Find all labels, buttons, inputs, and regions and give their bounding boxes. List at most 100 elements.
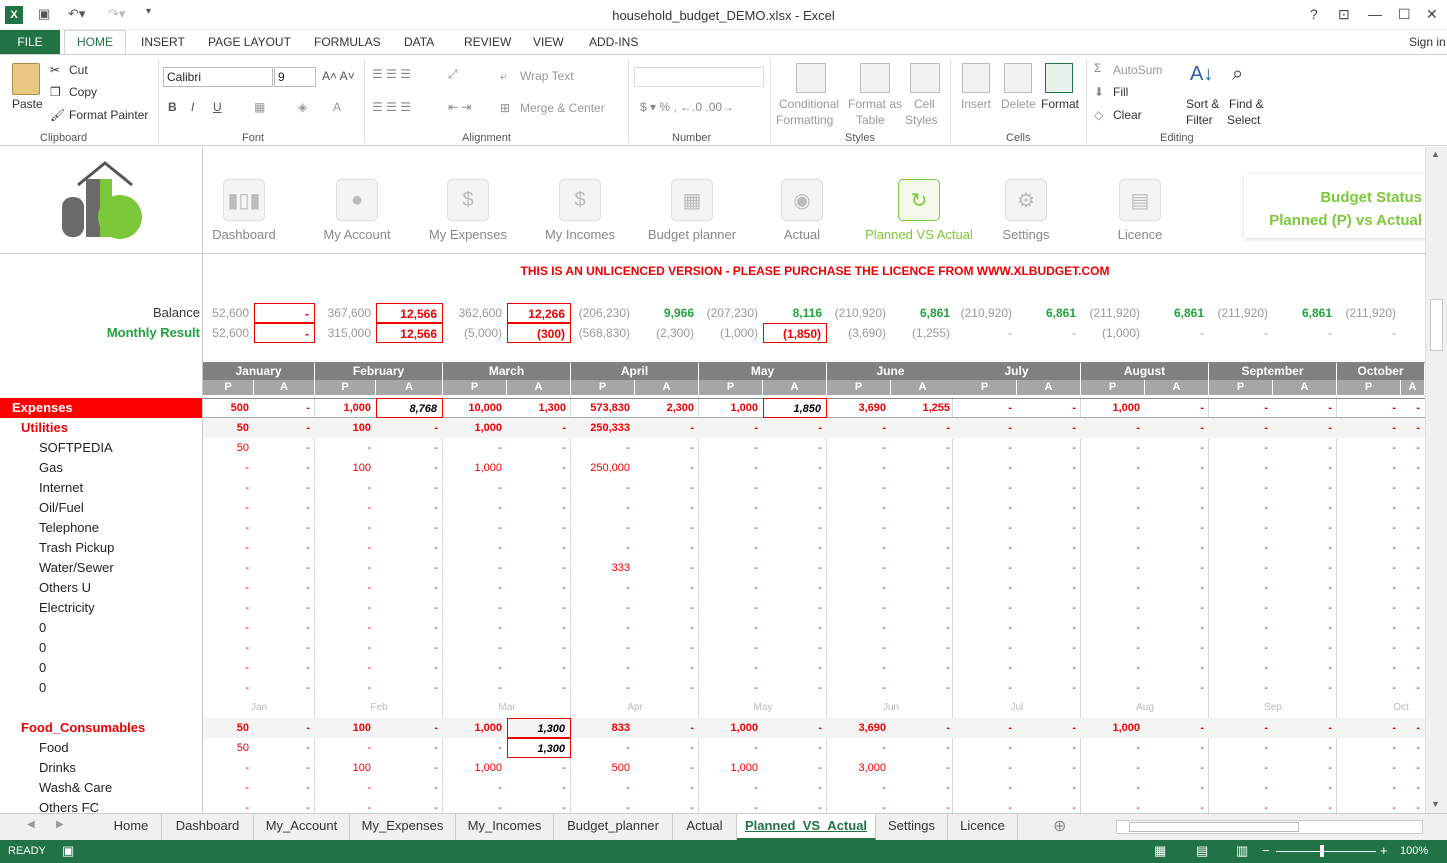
- value-cell[interactable]: -: [1209, 538, 1273, 558]
- value-cell[interactable]: -: [635, 738, 699, 758]
- value-cell[interactable]: -: [827, 798, 891, 813]
- value-cell[interactable]: -: [953, 678, 1017, 698]
- borders-icon[interactable]: ▦: [254, 100, 265, 114]
- format-as-table-line2[interactable]: Table: [856, 113, 885, 127]
- value-cell[interactable]: -: [1337, 398, 1401, 418]
- nav-settings[interactable]: ⚙ Settings: [971, 179, 1081, 242]
- merge-center-button[interactable]: Merge & Center: [520, 101, 605, 115]
- value-cell[interactable]: -: [443, 518, 507, 538]
- sheet-tab-my-incomes[interactable]: My_Incomes: [456, 814, 554, 840]
- value-cell[interactable]: -: [203, 498, 254, 518]
- tab-view[interactable]: VIEW: [533, 35, 564, 49]
- cell-styles-icon[interactable]: [910, 63, 940, 93]
- value-cell[interactable]: -: [1017, 518, 1081, 538]
- value-cell[interactable]: -: [953, 478, 1017, 498]
- value-cell[interactable]: -: [699, 518, 763, 538]
- value-cell[interactable]: -: [507, 658, 571, 678]
- value-cell[interactable]: -: [254, 738, 315, 758]
- monthly-result-cell[interactable]: -: [254, 323, 315, 343]
- normal-view-icon[interactable]: ▦: [1154, 843, 1166, 859]
- monthly-result-cell[interactable]: (1,850): [763, 323, 827, 343]
- monthly-result-cell[interactable]: -: [1209, 323, 1273, 343]
- value-cell[interactable]: -: [827, 578, 891, 598]
- value-cell[interactable]: -: [1145, 678, 1209, 698]
- value-cell[interactable]: 1,255: [891, 398, 955, 418]
- value-cell[interactable]: -: [315, 478, 376, 498]
- value-cell[interactable]: -: [1081, 418, 1145, 438]
- value-cell[interactable]: -: [1017, 418, 1081, 438]
- value-cell[interactable]: -: [953, 638, 1017, 658]
- balance-cell[interactable]: 367,600: [315, 303, 376, 323]
- value-cell[interactable]: -: [891, 778, 955, 798]
- monthly-result-cell[interactable]: (568,830): [571, 323, 635, 343]
- value-cell[interactable]: -: [376, 438, 443, 458]
- value-cell[interactable]: -: [203, 558, 254, 578]
- value-cell[interactable]: -: [1017, 458, 1081, 478]
- value-cell[interactable]: -: [507, 418, 571, 438]
- value-cell[interactable]: -: [203, 458, 254, 478]
- value-cell[interactable]: -: [1017, 718, 1081, 738]
- value-cell[interactable]: -: [254, 558, 315, 578]
- delete-cells-icon[interactable]: [1004, 63, 1032, 93]
- value-cell[interactable]: -: [953, 658, 1017, 678]
- value-cell[interactable]: -: [827, 418, 891, 438]
- value-cell[interactable]: -: [635, 638, 699, 658]
- value-cell[interactable]: -: [1401, 578, 1425, 598]
- value-cell[interactable]: -: [1401, 418, 1425, 438]
- value-cell[interactable]: -: [763, 518, 827, 538]
- nav-budget-planner[interactable]: ▦ Budget planner: [637, 179, 747, 242]
- value-cell[interactable]: -: [953, 458, 1017, 478]
- format-painter-icon[interactable]: 🖌: [50, 108, 65, 122]
- value-cell[interactable]: -: [315, 598, 376, 618]
- value-cell[interactable]: -: [1081, 778, 1145, 798]
- tab-file[interactable]: FILE: [0, 30, 60, 54]
- value-cell[interactable]: -: [443, 778, 507, 798]
- value-cell[interactable]: -: [1337, 778, 1401, 798]
- value-cell[interactable]: -: [763, 578, 827, 598]
- value-cell[interactable]: -: [1401, 498, 1425, 518]
- value-cell[interactable]: -: [315, 558, 376, 578]
- value-cell[interactable]: -: [1081, 738, 1145, 758]
- value-cell[interactable]: -: [1017, 438, 1081, 458]
- value-cell[interactable]: -: [699, 618, 763, 638]
- value-cell[interactable]: -: [763, 498, 827, 518]
- value-cell[interactable]: 250,333: [571, 418, 635, 438]
- find-select-icon[interactable]: ⌕: [1232, 63, 1243, 86]
- value-cell[interactable]: -: [1081, 658, 1145, 678]
- value-cell[interactable]: -: [1017, 498, 1081, 518]
- monthly-result-cell[interactable]: 52,600: [203, 323, 254, 343]
- value-cell[interactable]: -: [891, 438, 955, 458]
- horizontal-scroll-thumb[interactable]: [1129, 822, 1299, 832]
- value-cell[interactable]: -: [635, 658, 699, 678]
- value-cell[interactable]: -: [507, 638, 571, 658]
- value-cell[interactable]: 250,000: [571, 458, 635, 478]
- value-cell[interactable]: -: [1081, 578, 1145, 598]
- value-cell[interactable]: -: [891, 478, 955, 498]
- value-cell[interactable]: -: [1209, 658, 1273, 678]
- value-cell[interactable]: -: [571, 618, 635, 638]
- value-cell[interactable]: -: [1273, 738, 1337, 758]
- value-cell[interactable]: -: [1209, 498, 1273, 518]
- value-cell[interactable]: -: [891, 738, 955, 758]
- value-cell[interactable]: -: [376, 638, 443, 658]
- value-cell[interactable]: -: [443, 438, 507, 458]
- value-cell[interactable]: -: [1401, 738, 1425, 758]
- value-cell[interactable]: -: [376, 778, 443, 798]
- value-cell[interactable]: -: [1017, 618, 1081, 638]
- sort-filter-icon[interactable]: A↓: [1190, 63, 1213, 86]
- value-cell[interactable]: -: [1081, 558, 1145, 578]
- value-cell[interactable]: 500: [571, 758, 635, 778]
- value-cell[interactable]: 1,300: [507, 398, 571, 418]
- value-cell[interactable]: -: [1401, 398, 1425, 418]
- value-cell[interactable]: -: [254, 458, 315, 478]
- value-cell[interactable]: -: [507, 778, 571, 798]
- value-cell[interactable]: -: [699, 778, 763, 798]
- nav-my-incomes[interactable]: $ My Incomes: [525, 179, 635, 242]
- monthly-result-cell[interactable]: -: [1017, 323, 1081, 343]
- balance-cell[interactable]: (207,230): [699, 303, 763, 323]
- value-cell[interactable]: -: [827, 658, 891, 678]
- value-cell[interactable]: -: [1273, 518, 1337, 538]
- value-cell[interactable]: -: [953, 398, 1017, 418]
- ribbon-display-icon[interactable]: ⊡: [1338, 6, 1350, 23]
- value-cell[interactable]: 100: [315, 458, 376, 478]
